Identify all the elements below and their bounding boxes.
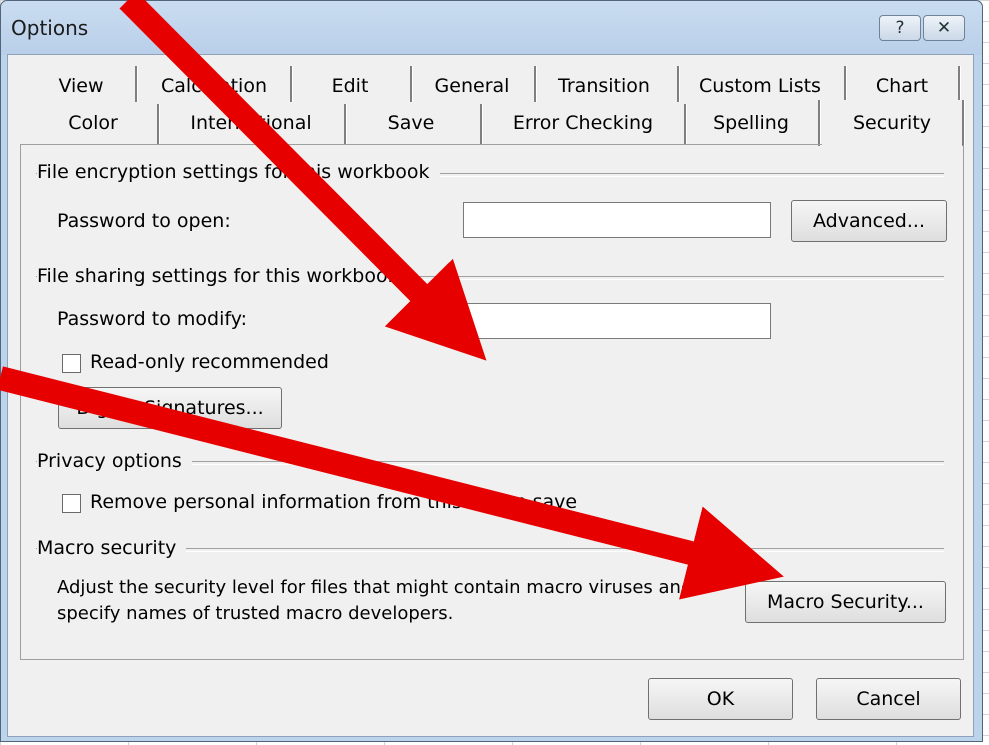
tab-label: Security [852, 112, 932, 134]
tab-security[interactable]: Security [822, 100, 962, 146]
tab-separator [962, 100, 965, 146]
title-bar: Options ? ✕ [1, 1, 982, 55]
macro-description-line1: Adjust the security level for files that… [57, 577, 693, 598]
tab-separator [684, 104, 687, 144]
tab-label: Edit [331, 75, 369, 97]
tab-label: International [190, 112, 312, 134]
help-button[interactable]: ? [879, 15, 921, 41]
tab-separator [290, 66, 293, 102]
tab-separator [344, 104, 347, 144]
tab-label: Color [68, 112, 118, 134]
tab-view[interactable]: View [36, 71, 126, 101]
tab-custom-lists[interactable]: Custom Lists [684, 71, 836, 101]
password-open-label: Password to open: [57, 210, 231, 232]
tab-label: Transition [558, 75, 650, 97]
password-modify-label: Password to modify: [57, 308, 247, 330]
tab-error-checking[interactable]: Error Checking [488, 108, 678, 138]
tab-separator [818, 100, 821, 146]
close-button[interactable]: ✕ [923, 15, 965, 41]
cancel-button[interactable]: Cancel [816, 678, 961, 720]
close-icon: ✕ [936, 18, 952, 38]
sharing-group-label: File sharing settings for this workbook [37, 265, 409, 287]
tab-label: Spelling [713, 112, 789, 134]
digital-signatures-button[interactable]: Digital Signatures... [58, 387, 282, 429]
tab-label: Custom Lists [699, 75, 821, 97]
tab-separator [135, 66, 138, 102]
readonly-label: Read-only recommended [90, 351, 329, 373]
privacy-group-label: Privacy options [37, 450, 192, 472]
tab-separator [844, 66, 847, 102]
ok-button[interactable]: OK [648, 678, 793, 720]
tab-label: Chart [875, 75, 929, 97]
password-modify-input[interactable] [463, 303, 771, 339]
tab-separator [534, 66, 537, 102]
tab-label: General [434, 75, 510, 97]
macro-group-label: Macro security [37, 537, 187, 559]
panel-top-border [20, 144, 822, 145]
tab-chart[interactable]: Chart [852, 71, 952, 101]
tab-label: Calculation [161, 75, 267, 97]
macro-description-line2: specify names of trusted macro developer… [57, 603, 454, 624]
tab-separator [677, 66, 680, 102]
remove-info-checkbox[interactable] [62, 494, 81, 513]
dialog-title: Options [11, 16, 89, 40]
remove-info-label: Remove personal information from this fi… [90, 491, 578, 513]
help-icon: ? [895, 18, 905, 38]
password-open-input[interactable] [463, 202, 771, 238]
tab-separator [958, 66, 961, 102]
tab-separator [480, 104, 483, 144]
tab-save[interactable]: Save [352, 108, 470, 138]
advanced-button[interactable]: Advanced... [791, 200, 947, 242]
tab-label: Save [387, 112, 435, 134]
tab-general[interactable]: General [418, 71, 526, 101]
tab-calculation[interactable]: Calculation [145, 71, 283, 101]
tab-label: View [58, 75, 104, 97]
tab-spelling[interactable]: Spelling [692, 108, 810, 138]
tab-international[interactable]: International [165, 108, 337, 138]
macro-security-button[interactable]: Macro Security... [745, 581, 946, 623]
tab-separator [410, 66, 413, 102]
tab-color[interactable]: Color [36, 108, 150, 138]
readonly-checkbox[interactable] [62, 354, 81, 373]
encryption-group-label: File encryption settings for this workbo… [37, 161, 440, 183]
tab-separator [157, 104, 160, 144]
tab-edit[interactable]: Edit [300, 71, 400, 101]
tab-transition[interactable]: Transition [540, 71, 668, 101]
tab-label: Error Checking [512, 112, 654, 134]
